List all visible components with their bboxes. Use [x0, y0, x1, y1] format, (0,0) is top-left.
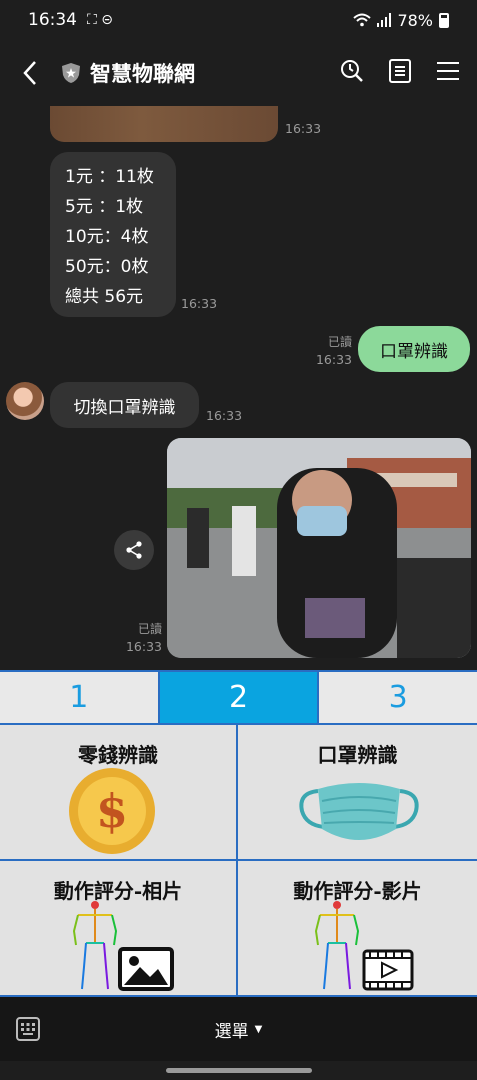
- avatar[interactable]: [6, 382, 44, 420]
- face-mask-icon: [299, 783, 419, 840]
- back-arrow-icon[interactable]: [16, 59, 44, 87]
- read-label: 已讀: [327, 335, 352, 349]
- tab-2[interactable]: 2: [157, 672, 318, 723]
- status-bar: 16:34 ⛶ ⊝ 78%: [0, 0, 477, 40]
- message-time: 16:33: [206, 408, 243, 423]
- pose-score-photo-button[interactable]: 動作評分-相片: [0, 861, 238, 997]
- signal-icon: [377, 13, 392, 27]
- read-receipt: 已讀 16:33: [300, 333, 352, 369]
- wifi-icon: [353, 13, 372, 27]
- message-time: 16:33: [125, 639, 162, 654]
- hamburger-menu-icon[interactable]: [435, 58, 461, 84]
- chat-area[interactable]: 16:33 1元 ：11枚 5元 ：1枚 10元：4枚 50元：0枚 總共 56…: [0, 106, 477, 670]
- skeleton-pose-icon: [72, 901, 118, 990]
- coin-line: 1元 ：11枚: [65, 167, 154, 187]
- chat-title: 智慧物聯網: [90, 62, 195, 86]
- read-label: 已讀: [137, 622, 162, 636]
- caret-down-icon: ▼: [254, 1023, 263, 1035]
- coin-recognition-button[interactable]: 零錢辨識 $: [0, 725, 238, 861]
- notes-icon[interactable]: [387, 58, 413, 84]
- rich-menu-toggle[interactable]: 選單: [215, 1017, 249, 1042]
- cell-label: 口罩辨識: [317, 743, 398, 767]
- share-button[interactable]: [114, 530, 154, 570]
- tab-1[interactable]: 1: [0, 672, 158, 723]
- status-indicators: ⛶ ⊝: [87, 12, 113, 28]
- coin-line: 50元：0枚: [65, 257, 149, 277]
- read-receipt: 已讀 16:33: [110, 620, 162, 656]
- bottom-bar: 選單 ▼: [0, 997, 477, 1061]
- battery-icon: [439, 12, 449, 28]
- svg-text:$: $: [96, 784, 128, 838]
- outgoing-message[interactable]: 口罩辨識: [358, 326, 470, 372]
- switch-mode-message[interactable]: 切換口罩辨識: [50, 382, 199, 428]
- chat-header: 智慧物聯網: [0, 40, 477, 106]
- skeleton-pose-icon: [314, 901, 360, 990]
- rich-menu-tabs: 1 2 3: [0, 670, 477, 725]
- status-time: 16:34: [28, 10, 77, 30]
- cell-label: 零錢辨識: [78, 743, 158, 767]
- coin-line: 10元：4枚: [65, 227, 149, 247]
- video-film-icon: [362, 949, 414, 991]
- coin-line: 5元 ：1枚: [65, 197, 144, 217]
- coin-total: 總共 56元: [65, 287, 144, 307]
- street-photo: [167, 438, 471, 658]
- battery-level: 78%: [397, 10, 433, 30]
- coin-result-message[interactable]: 1元 ：11枚 5元 ：1枚 10元：4枚 50元：0枚 總共 56元: [50, 152, 176, 317]
- pose-score-video-button[interactable]: 動作評分-影片: [238, 861, 477, 997]
- photo-message[interactable]: [167, 438, 471, 658]
- cell-label: 動作評分-相片: [53, 879, 183, 903]
- search-icon[interactable]: [339, 58, 365, 84]
- mask-recognition-button[interactable]: 口罩辨識: [238, 725, 477, 861]
- share-icon: [126, 541, 142, 559]
- home-indicator[interactable]: [166, 1068, 312, 1073]
- image-icon: [118, 947, 174, 991]
- verified-shield-icon: [62, 63, 80, 83]
- coin-dollar-icon: $: [69, 768, 155, 854]
- tab-3[interactable]: 3: [317, 672, 477, 723]
- message-time: 16:33: [181, 296, 218, 311]
- message-time: 16:33: [285, 121, 322, 136]
- previous-image-message[interactable]: [50, 106, 278, 142]
- keyboard-icon[interactable]: [16, 1017, 40, 1041]
- message-time: 16:33: [315, 352, 352, 367]
- rich-menu-grid: 零錢辨識 $ 口罩辨識 動作評分-相片 動作評分-影片: [0, 725, 477, 997]
